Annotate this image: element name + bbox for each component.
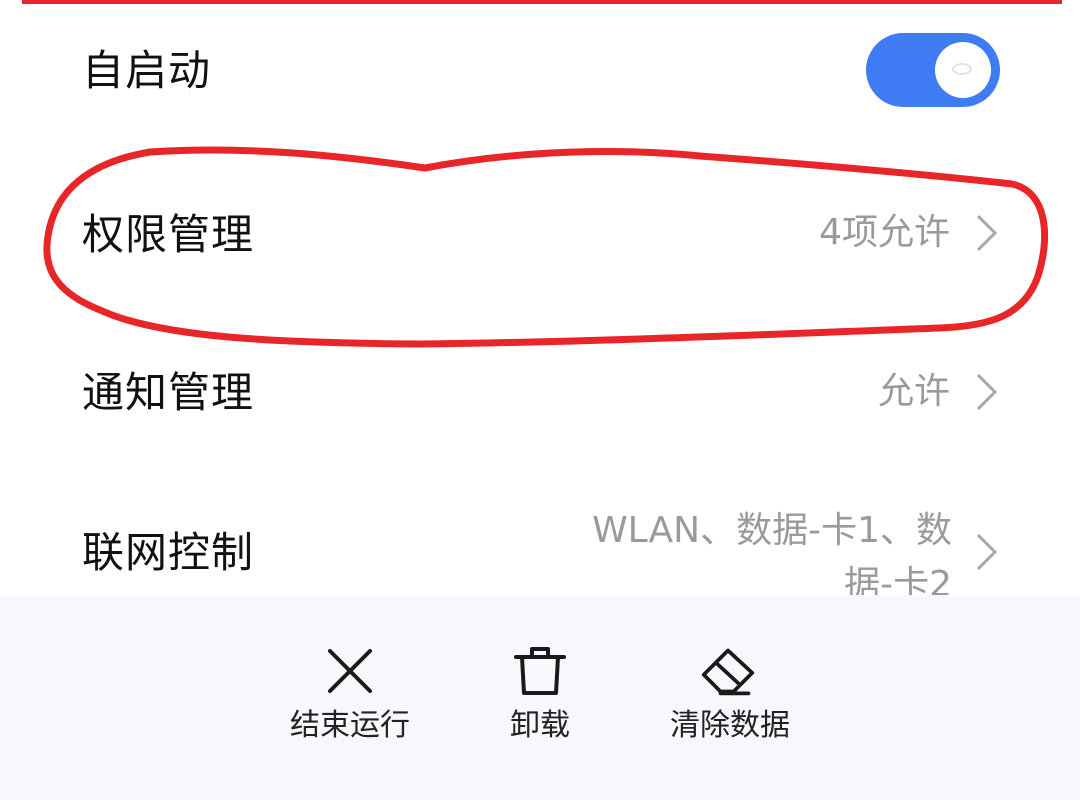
permission-management-row[interactable]: 权限管理 4项允许 [0,150,1080,330]
uninstall-button[interactable]: 卸载 [440,595,640,800]
trash-icon [514,647,566,695]
clear-data-button[interactable]: 清除数据 [630,595,830,800]
clear-data-label: 清除数据 [670,708,790,743]
autostart-row[interactable]: 自启动 [0,0,1080,150]
network-control-value-line2: 据-卡2 [844,564,952,595]
toggle-knob-indicator [952,63,972,75]
bottom-action-bar: 结束运行 卸载 清除数据 [0,595,1080,800]
network-control-value-line1: WLAN、数据-卡1、数 [592,510,952,551]
network-control-value: WLAN、数据-卡1、数 据-卡2 [532,504,952,595]
close-icon [328,649,372,693]
stop-running-label: 结束运行 [290,708,410,743]
notification-management-row[interactable]: 通知管理 允许 [0,330,1080,460]
permission-management-value: 4项允许 [819,212,950,253]
autostart-label: 自启动 [82,46,212,95]
chevron-right-icon [976,533,998,571]
uninstall-label: 卸载 [510,708,570,743]
notification-management-label: 通知管理 [82,368,255,417]
notification-management-value: 允许 [877,371,950,412]
permission-management-label: 权限管理 [82,210,255,259]
network-control-row[interactable]: 联网控制 WLAN、数据-卡1、数 据-卡2 [0,460,1080,595]
toggle-knob [935,42,991,98]
eraser-icon [701,648,755,696]
chevron-right-icon [976,373,998,411]
stop-running-button[interactable]: 结束运行 [250,595,450,800]
network-control-label: 联网控制 [82,528,255,577]
chevron-right-icon [976,214,998,252]
autostart-toggle[interactable] [866,33,1000,107]
